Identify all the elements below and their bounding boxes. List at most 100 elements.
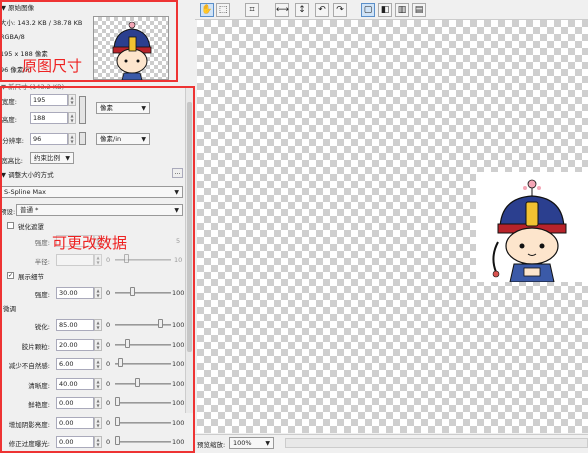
resolution-spinner[interactable]: ▲ ▼ bbox=[68, 133, 76, 145]
canvas-horizontal-scrollbar[interactable] bbox=[285, 438, 588, 448]
zoom-select[interactable]: 100% ▼ bbox=[229, 437, 274, 449]
detail-strength-max: 100 bbox=[172, 289, 185, 297]
original-size-annotation: 原图尺寸 bbox=[22, 57, 83, 75]
fine-tune-min: 0 bbox=[106, 321, 111, 329]
height-input[interactable]: 188 bbox=[30, 112, 68, 124]
panel-scrollbar-thumb[interactable] bbox=[187, 102, 192, 352]
fine-tune-label: 锐化: bbox=[34, 323, 50, 331]
mask-radius-max: 10 bbox=[174, 256, 183, 264]
original-image-header[interactable]: ▼ 原始图像 bbox=[1, 2, 34, 12]
fine-tune-label: 鲜艳度: bbox=[28, 401, 50, 409]
resize-method-header[interactable]: ▼ 调整大小的方式 bbox=[1, 169, 54, 179]
fine-tune-label: 清晰度: bbox=[28, 381, 50, 390]
fine-tune-spinner[interactable]: ▲ ▼ bbox=[94, 397, 102, 409]
resolution-lock-icon[interactable] bbox=[79, 132, 86, 145]
fine-tune-max: 100 bbox=[172, 321, 185, 329]
width-input[interactable]: 195 bbox=[30, 94, 68, 106]
fit-height-icon[interactable]: ↕ bbox=[295, 3, 309, 17]
detail-strength-slider[interactable] bbox=[130, 287, 136, 296]
fine-tune-input[interactable]: 0.00 bbox=[56, 416, 94, 429]
sharpen-mask-checkbox[interactable] bbox=[7, 222, 14, 229]
preview-image bbox=[476, 172, 588, 283]
fine-tune-slider[interactable] bbox=[158, 319, 164, 328]
fine-tune-input[interactable]: 40.00 bbox=[56, 377, 94, 390]
fine-tune-input[interactable]: 0.00 bbox=[56, 397, 94, 409]
fine-tune-input[interactable]: 0.00 bbox=[56, 436, 94, 448]
crop-icon[interactable]: ⌗ bbox=[245, 3, 259, 17]
fine-tune-min: 0 bbox=[106, 438, 111, 446]
split-vertical-icon[interactable]: ◧ bbox=[378, 3, 392, 17]
fine-tune-label: 修正过度曝光: bbox=[8, 440, 50, 448]
aspect-select[interactable]: 约束比例 ▼ bbox=[30, 152, 74, 164]
preset-select[interactable]: 普通 * ▼ bbox=[16, 204, 183, 216]
detail-strength-input[interactable]: 30.00 bbox=[56, 287, 94, 299]
redo-icon[interactable]: ↷ bbox=[333, 3, 347, 17]
more-options-button[interactable]: ... bbox=[172, 168, 183, 178]
size-unit-select[interactable]: 像素 ▼ bbox=[96, 102, 150, 114]
fine-tune-slider[interactable] bbox=[115, 436, 120, 445]
detail-strength-track bbox=[115, 292, 171, 294]
preview-canvas[interactable] bbox=[197, 20, 588, 433]
fit-width-icon[interactable]: ⟷ bbox=[275, 3, 289, 17]
fine-tune-min: 0 bbox=[106, 379, 111, 388]
fine-tune-max: 100 bbox=[172, 438, 185, 446]
fine-tune-header: 微调 bbox=[3, 305, 16, 313]
fine-tune-spinner[interactable]: ▲ ▼ bbox=[94, 416, 102, 429]
fine-tune-input[interactable]: 20.00 bbox=[56, 338, 94, 351]
fine-tune-track bbox=[115, 441, 171, 443]
character-preview-image bbox=[492, 179, 567, 283]
hand-icon[interactable]: ✋ bbox=[200, 3, 214, 17]
original-filesize: 大小: 143.2 KB / 38.78 KB bbox=[0, 19, 83, 27]
fine-tune-slider[interactable] bbox=[115, 416, 120, 426]
width-label: 宽度: bbox=[1, 98, 17, 106]
mask-strength-label: 强度: bbox=[34, 239, 50, 247]
undo-icon[interactable]: ↶ bbox=[315, 3, 329, 17]
fine-tune-slider[interactable] bbox=[115, 397, 120, 406]
toolbar: ✋ ⬚ ⌗ ⟷ ↕ ↶ ↷ ▢ ◧ ▥ ▤ bbox=[195, 0, 588, 20]
fine-tune-label: 胶片颗粒: bbox=[21, 342, 50, 351]
character-thumbnail-image bbox=[112, 21, 152, 81]
height-spinner[interactable]: ▲ ▼ bbox=[68, 112, 76, 124]
new-size-header[interactable]: ▼ 新尺寸 (143.2 KB) bbox=[1, 81, 64, 91]
resolution-unit-select[interactable]: 像素/in ▼ bbox=[96, 133, 150, 145]
fine-tune-spinner[interactable]: ▲ ▼ bbox=[94, 436, 102, 448]
fine-tune-max: 100 bbox=[172, 399, 185, 407]
fine-tune-max: 100 bbox=[172, 379, 185, 388]
detail-strength-min: 0 bbox=[106, 289, 111, 297]
mask-radius-slider bbox=[124, 254, 129, 263]
detail-checkbox[interactable]: ✓ bbox=[7, 272, 14, 279]
fine-tune-track bbox=[115, 343, 171, 346]
fine-tune-spinner[interactable]: ▲ ▼ bbox=[94, 377, 102, 390]
fine-tune-input[interactable]: 85.00 bbox=[56, 319, 94, 331]
aspect-label: 宽高比: bbox=[1, 157, 23, 165]
fine-tune-spinner[interactable]: ▲ ▼ bbox=[94, 338, 102, 351]
sharpen-mask-label: 锐化遮罩 bbox=[18, 223, 44, 231]
fine-tune-max: 100 bbox=[172, 418, 185, 427]
split-horizontal-icon[interactable]: ▤ bbox=[412, 3, 426, 17]
fine-tune-slider[interactable] bbox=[135, 377, 141, 387]
aspect-lock-icon[interactable] bbox=[79, 96, 86, 124]
zoom-select-icon[interactable]: ⬚ bbox=[216, 3, 230, 17]
fine-tune-track bbox=[115, 421, 171, 424]
mask-strength-max: 5 bbox=[176, 237, 181, 245]
fine-tune-slider[interactable] bbox=[125, 338, 131, 348]
fine-tune-track bbox=[115, 382, 171, 385]
fine-tune-label: 增加阴影亮度: bbox=[8, 420, 50, 429]
mask-radius-label: 半径: bbox=[34, 258, 50, 266]
fine-tune-spinner[interactable]: ▲ ▼ bbox=[94, 358, 102, 370]
fine-tune-max: 100 bbox=[172, 340, 185, 349]
panel-scrollbar[interactable] bbox=[185, 88, 193, 413]
preset-label: 预设: bbox=[0, 208, 16, 216]
split-dual-icon[interactable]: ▥ bbox=[395, 3, 409, 17]
original-thumbnail bbox=[93, 16, 169, 81]
resize-method-select[interactable]: S-Spline Max ▼ bbox=[0, 186, 183, 198]
width-spinner[interactable]: ▲ ▼ bbox=[68, 94, 76, 106]
single-view-icon[interactable]: ▢ bbox=[361, 3, 375, 17]
resolution-input[interactable]: 96 bbox=[30, 133, 68, 145]
detail-strength-spinner[interactable]: ▲ ▼ bbox=[94, 287, 102, 299]
fine-tune-spinner[interactable]: ▲ ▼ bbox=[94, 319, 102, 331]
editable-data-annotation: 可更改数据 bbox=[52, 234, 128, 252]
detail-strength-label: 强度: bbox=[34, 291, 50, 299]
fine-tune-input[interactable]: 6.00 bbox=[56, 358, 94, 370]
fine-tune-slider[interactable] bbox=[118, 358, 124, 367]
